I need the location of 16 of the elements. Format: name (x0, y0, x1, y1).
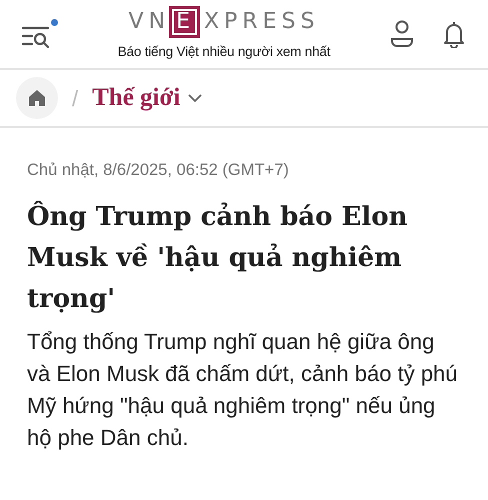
tagline: Báo tiếng Việt nhiều người xem nhất (118, 42, 330, 61)
section-dropdown[interactable]: Thế giới (92, 79, 202, 117)
home-button[interactable] (16, 77, 58, 119)
article-title: Ông Trump cảnh báo Elon Musk về 'hậu quả nghiêm trọng' (27, 200, 408, 316)
user-icon (390, 20, 414, 48)
article-lead: Tổng thống Trump nghĩ quan hệ giữa ông và Elon Musk đã chấm dứt, cảnh báo tỷ phú Mỹ hứng "hậu quả nghiêm trọng" nếu ủng hộ phe Dân chủ. (27, 328, 459, 452)
bell-icon (442, 20, 466, 48)
chevron-down-icon (188, 94, 202, 102)
breadcrumb-separator: / (72, 84, 78, 112)
account-button[interactable] (390, 20, 414, 48)
menu-search-button[interactable] (22, 19, 58, 49)
home-icon (28, 89, 46, 107)
menu-search-icon (22, 25, 50, 49)
notifications-button[interactable] (442, 20, 466, 48)
logo[interactable]: VN E XPRESS (128, 6, 320, 38)
article-date: Chủ nhật, 8/6/2025, 06:52 (GMT+7) (27, 160, 290, 181)
